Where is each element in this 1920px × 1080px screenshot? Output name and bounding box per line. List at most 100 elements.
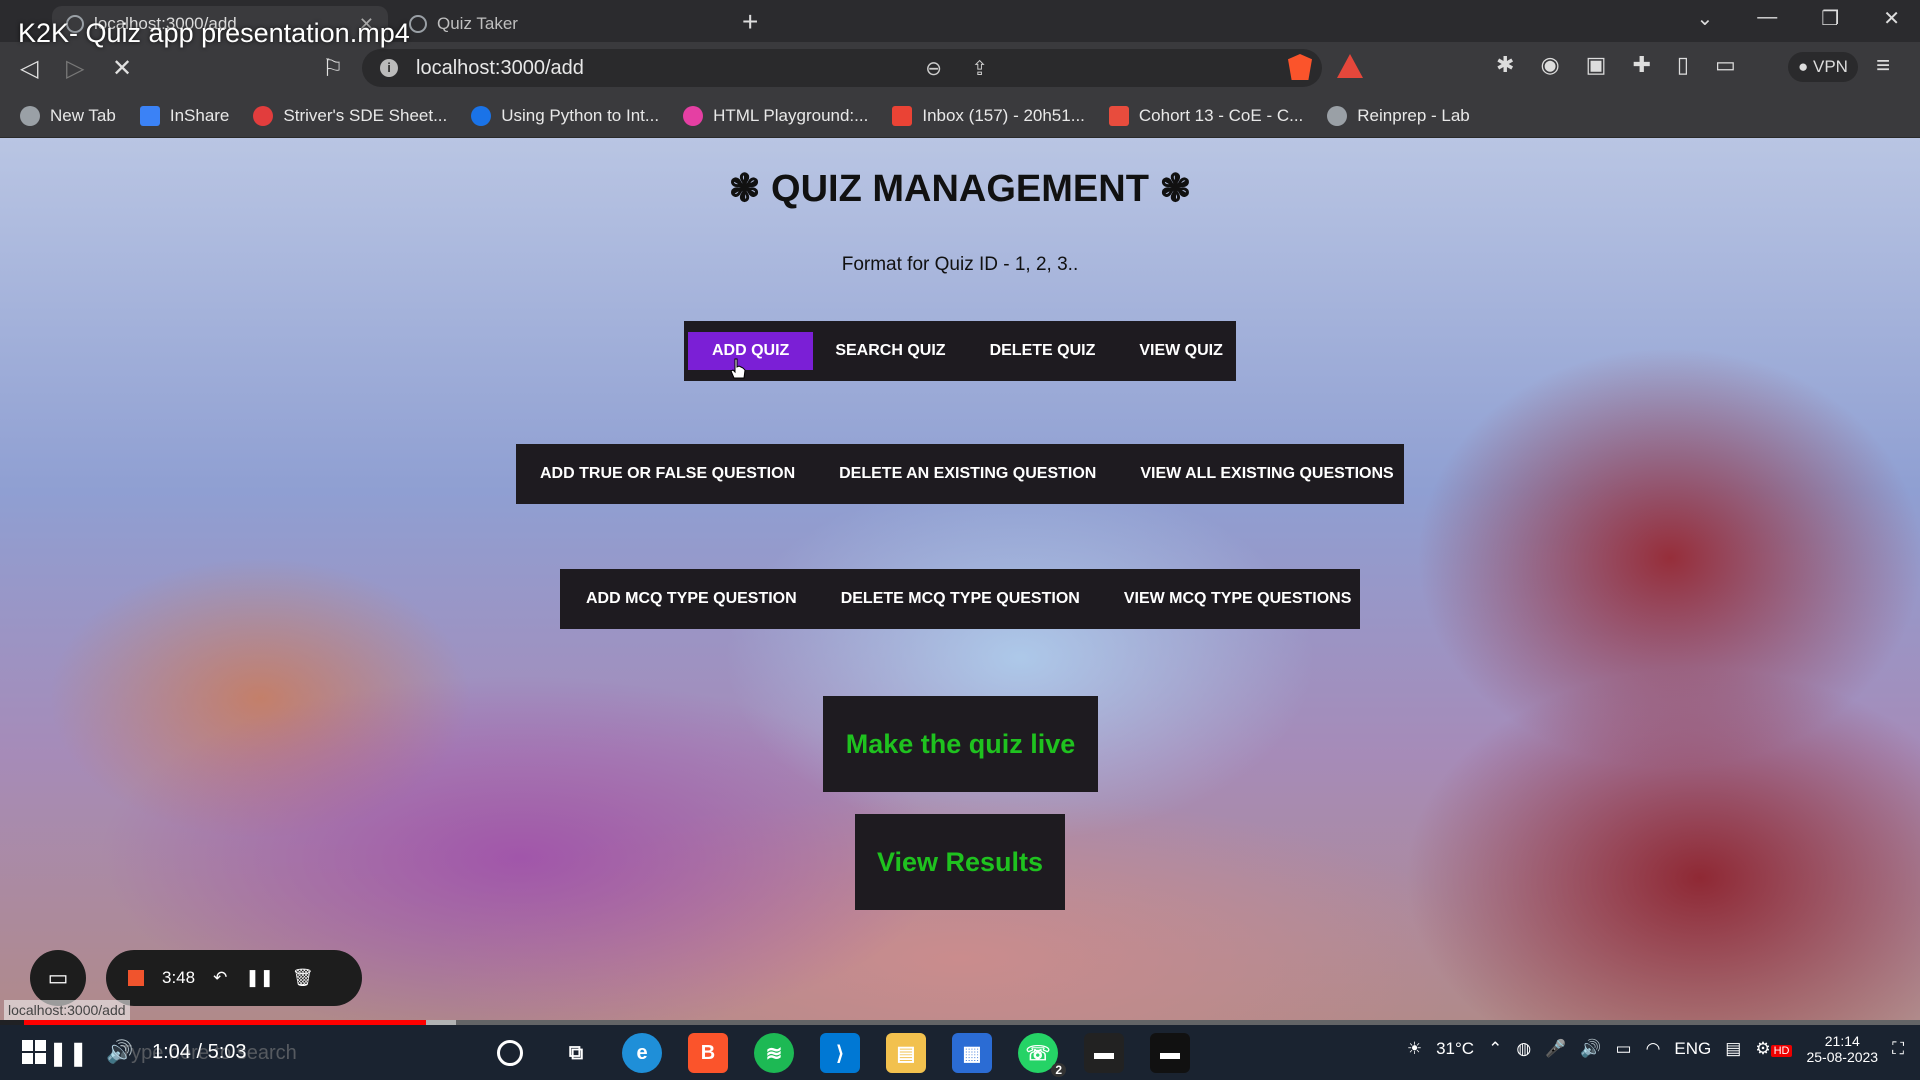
network-icon[interactable]: ◍: [1516, 1039, 1531, 1059]
view-results-button[interactable]: View Results: [855, 814, 1065, 910]
windows-start-icon[interactable]: [22, 1040, 46, 1064]
undo-icon[interactable]: ↶: [213, 968, 227, 988]
bookmark-item[interactable]: Cohort 13 - CoE - C...: [1108, 105, 1303, 126]
search-quiz-button[interactable]: SEARCH QUIZ: [813, 321, 967, 381]
bookmark-label: Striver's SDE Sheet...: [283, 105, 448, 125]
new-tab-button[interactable]: +: [742, 6, 758, 38]
brave-icon[interactable]: B: [688, 1033, 728, 1073]
menu-icon[interactable]: ≡: [1876, 52, 1890, 80]
camera-icon[interactable]: ▭: [30, 950, 86, 1006]
gmail-icon: [892, 105, 913, 126]
make-quiz-live-button[interactable]: Make the quiz live: [823, 696, 1098, 792]
edge-icon[interactable]: e: [622, 1033, 662, 1073]
task-view-icon[interactable]: ⧉: [556, 1033, 596, 1073]
vpn-button[interactable]: ● VPN: [1788, 52, 1858, 82]
pause-icon[interactable]: ❚❚: [245, 968, 274, 988]
bookmark-item[interactable]: HTML Playground:...: [683, 105, 869, 126]
extension-icon[interactable]: ◉: [1540, 52, 1559, 78]
shield-icon: [1108, 105, 1129, 126]
tab-quiz-taker[interactable]: Quiz Taker: [395, 6, 725, 42]
delete-mcq-button[interactable]: DELETE MCQ TYPE QUESTION: [819, 569, 1102, 629]
bookmark-item[interactable]: Inbox (157) - 20h51...: [892, 105, 1085, 126]
tray-expand-icon[interactable]: ⌃: [1488, 1039, 1502, 1059]
bookmark-item[interactable]: Striver's SDE Sheet...: [253, 105, 448, 126]
video-title: K2K- Quiz app presentation.mp4: [18, 18, 410, 48]
clock-date: 25-08-2023: [1806, 1049, 1879, 1065]
speaker-icon[interactable]: 🔊: [1580, 1039, 1601, 1059]
back-icon[interactable]: ◁: [20, 54, 38, 83]
vscode-icon[interactable]: ⟩: [820, 1033, 860, 1073]
taskbar-apps: ⧉ e B ≋ ⟩ ▤ ▦ ☏ 2 ▬ ▬: [490, 1033, 1190, 1077]
wallet-icon[interactable]: ▭: [1715, 52, 1736, 78]
stop-loading-icon[interactable]: ✕: [112, 54, 132, 83]
extension-icon[interactable]: ✱: [1496, 52, 1514, 78]
taskbar: Type here to search ❚❚ 🔊 1:04 / 5:03 ⧉ e…: [0, 1025, 1920, 1080]
restore-icon[interactable]: ❐: [1821, 6, 1839, 31]
add-quiz-button[interactable]: ADD QUIZ: [688, 332, 814, 370]
spotify-icon[interactable]: ≋: [754, 1033, 794, 1073]
bookmark-label: HTML Playground:...: [713, 105, 869, 125]
cortana-icon[interactable]: [497, 1040, 523, 1066]
view-quiz-button[interactable]: VIEW QUIZ: [1117, 321, 1245, 381]
recorder-timer: 3:48: [162, 968, 196, 987]
share-icon[interactable]: ⇪: [971, 56, 988, 81]
weather-icon[interactable]: ☀: [1407, 1039, 1422, 1059]
bookmark-item[interactable]: Reinprep - Lab: [1327, 105, 1470, 126]
tuf-icon: [253, 105, 274, 126]
store-icon[interactable]: ▦: [952, 1033, 992, 1073]
bookmarks-bar: New Tab InShare Striver's SDE Sheet... U…: [0, 94, 1920, 138]
bookmark-item[interactable]: Using Python to Int...: [471, 105, 659, 126]
coursera-icon: [471, 105, 492, 126]
sidebar-icon[interactable]: ▯: [1677, 52, 1689, 78]
delete-quiz-button[interactable]: DELETE QUIZ: [968, 321, 1118, 381]
file-explorer-icon[interactable]: ▤: [886, 1033, 926, 1073]
inshare-icon: [139, 105, 160, 126]
bookmark-item[interactable]: InShare: [139, 105, 230, 126]
hand-cursor-icon: [730, 358, 746, 379]
vpn-label: VPN: [1813, 57, 1848, 76]
settings-gear-icon[interactable]: ⚙ HD: [1755, 1039, 1793, 1059]
video-pause-icon[interactable]: ❚❚: [48, 1039, 88, 1068]
bookmark-label: InShare: [169, 105, 230, 125]
bookmark-item[interactable]: New Tab: [20, 105, 116, 126]
mysql-icon[interactable]: ▬: [1084, 1033, 1124, 1073]
extension-icon[interactable]: ▣: [1586, 52, 1607, 78]
bookmark-icon[interactable]: ⚐: [322, 54, 344, 83]
wifi-icon[interactable]: ◠: [1646, 1039, 1661, 1059]
globe-icon: [20, 105, 40, 126]
stop-recording-icon[interactable]: [128, 970, 144, 986]
whatsapp-icon[interactable]: ☏ 2: [1018, 1033, 1066, 1077]
brave-rewards-icon[interactable]: [1337, 54, 1363, 78]
bookmark-label: Inbox (157) - 20h51...: [922, 105, 1085, 125]
clock[interactable]: 21:14 25-08-2023: [1806, 1033, 1878, 1065]
extensions-area: ✱ ◉ ▣ ✚ ▯ ▭: [1496, 52, 1736, 78]
add-mcq-button[interactable]: ADD MCQ TYPE QUESTION: [564, 569, 819, 629]
puzzle-icon[interactable]: ✚: [1632, 52, 1650, 78]
tab-list-icon[interactable]: ⌄: [1697, 6, 1714, 31]
battery-icon[interactable]: ▭: [1616, 1039, 1632, 1059]
forward-icon[interactable]: ▷: [66, 54, 84, 83]
close-window-icon[interactable]: ✕: [1883, 6, 1900, 31]
site-info-icon[interactable]: i: [380, 59, 398, 77]
browser-toolbar: ◁ ▷ ✕ ⚐ i localhost:3000/add ⊖ ⇪ ✱ ◉ ▣ ✚…: [0, 42, 1920, 94]
view-all-questions-button[interactable]: VIEW ALL EXISTING QUESTIONS: [1118, 444, 1415, 504]
address-bar[interactable]: i localhost:3000/add ⊖ ⇪: [362, 49, 1322, 87]
volume-icon[interactable]: 🔊: [106, 1039, 133, 1065]
url-text[interactable]: localhost:3000/add: [416, 57, 584, 80]
microphone-icon[interactable]: 🎤: [1545, 1039, 1566, 1059]
terminal-icon[interactable]: ▬: [1150, 1033, 1190, 1073]
clock-time: 21:14: [1824, 1033, 1860, 1049]
trash-icon[interactable]: 🗑: [292, 968, 314, 988]
page-content: ❃ QUIZ MANAGEMENT ❃ Format for Quiz ID -…: [0, 138, 1920, 1020]
mcq-nav: ADD MCQ TYPE QUESTION DELETE MCQ TYPE QU…: [560, 569, 1360, 629]
subtitles-icon[interactable]: ▤: [1725, 1039, 1741, 1059]
language[interactable]: ENG: [1674, 1039, 1711, 1059]
add-true-false-button[interactable]: ADD TRUE OR FALSE QUESTION: [518, 444, 817, 504]
minimize-icon[interactable]: —: [1757, 6, 1777, 31]
zoom-out-icon[interactable]: ⊖: [925, 56, 942, 81]
brave-shields-icon[interactable]: [1288, 54, 1312, 80]
fullscreen-icon[interactable]: ⛶: [1892, 1039, 1904, 1059]
delete-question-button[interactable]: DELETE AN EXISTING QUESTION: [817, 444, 1118, 504]
hd-badge: HD: [1770, 1045, 1793, 1057]
view-mcq-button[interactable]: VIEW MCQ TYPE QUESTIONS: [1102, 569, 1374, 629]
